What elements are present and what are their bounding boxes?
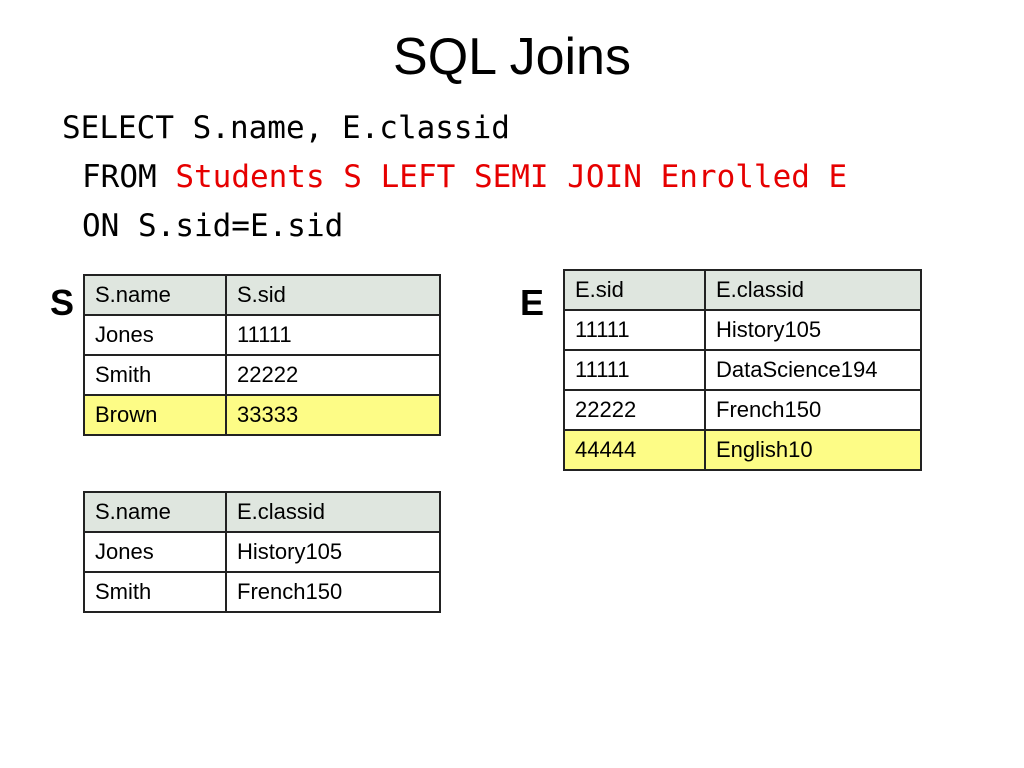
table-row: Smith 22222 bbox=[83, 354, 441, 396]
table-row-highlighted: 44444 English10 bbox=[563, 429, 922, 471]
table-row: 11111 DataScience194 bbox=[563, 349, 922, 391]
students-table: S.name S.sid Jones 11111 Smith 22222 Bro… bbox=[83, 274, 441, 436]
table-cell: 22222 bbox=[225, 354, 441, 396]
table-header-row: S.name S.sid bbox=[83, 274, 441, 316]
result-table: S.name E.classid Jones History105 Smith … bbox=[83, 491, 441, 613]
table-cell: French150 bbox=[704, 389, 922, 431]
table-cell: French150 bbox=[225, 571, 441, 613]
query-join-clause: Students S LEFT SEMI JOIN Enrolled E bbox=[175, 159, 848, 195]
table-row: Jones 11111 bbox=[83, 314, 441, 356]
table-cell: 33333 bbox=[225, 394, 441, 436]
column-header: S.name bbox=[83, 491, 227, 533]
table-cell: History105 bbox=[704, 309, 922, 351]
table-row: Smith French150 bbox=[83, 571, 441, 613]
table-header-row: S.name E.classid bbox=[83, 491, 441, 533]
table-header-row: E.sid E.classid bbox=[563, 269, 922, 311]
table-cell: DataScience194 bbox=[704, 349, 922, 391]
table-cell: 11111 bbox=[563, 309, 706, 351]
slide: SQL Joins SELECT S.name, E.classid FROM … bbox=[0, 0, 1024, 768]
table-row: Jones History105 bbox=[83, 531, 441, 573]
table-cell: History105 bbox=[225, 531, 441, 573]
query-select-line: SELECT S.name, E.classid bbox=[62, 110, 510, 146]
table-row-highlighted: Brown 33333 bbox=[83, 394, 441, 436]
column-header: E.sid bbox=[563, 269, 706, 311]
table-cell: 22222 bbox=[563, 389, 706, 431]
column-header: S.name bbox=[83, 274, 227, 316]
table-cell: 11111 bbox=[563, 349, 706, 391]
table-cell: Smith bbox=[83, 354, 227, 396]
table-row: 22222 French150 bbox=[563, 389, 922, 431]
table-cell: English10 bbox=[704, 429, 922, 471]
column-header: E.classid bbox=[704, 269, 922, 311]
query-from-line: FROM Students S LEFT SEMI JOIN Enrolled … bbox=[82, 157, 847, 197]
table-cell: Brown bbox=[83, 394, 227, 436]
table-cell: Jones bbox=[83, 531, 227, 573]
query-on-line: ON S.sid=E.sid bbox=[82, 208, 344, 244]
enrolled-table: E.sid E.classid 11111 History105 11111 D… bbox=[563, 269, 922, 471]
column-header: E.classid bbox=[225, 491, 441, 533]
table-row: 11111 History105 bbox=[563, 309, 922, 351]
column-header: S.sid bbox=[225, 274, 441, 316]
table-cell: Smith bbox=[83, 571, 227, 613]
table-e-label: E bbox=[520, 282, 545, 323]
slide-title: SQL Joins bbox=[393, 28, 631, 86]
query-from-keyword: FROM bbox=[82, 159, 176, 195]
table-cell: Jones bbox=[83, 314, 227, 356]
table-s-label: S bbox=[50, 282, 75, 323]
table-cell: 44444 bbox=[563, 429, 706, 471]
table-cell: 11111 bbox=[225, 314, 441, 356]
